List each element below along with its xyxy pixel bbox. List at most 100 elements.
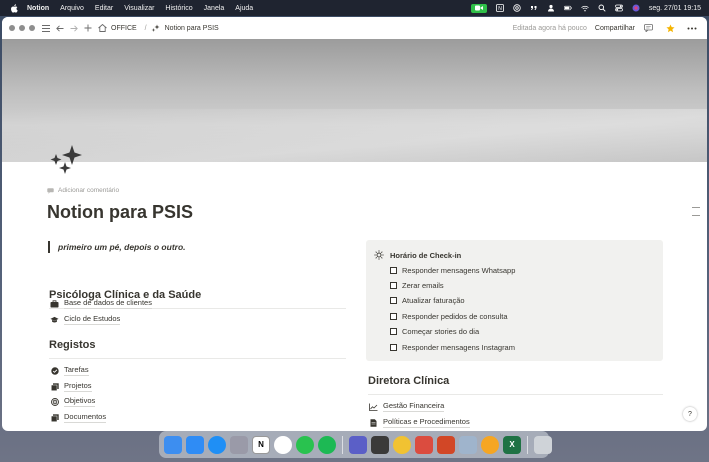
share-button[interactable]: Compartilhar — [595, 25, 635, 32]
link-label: Documentos — [64, 412, 107, 423]
trash-app-icon[interactable] — [534, 435, 552, 454]
todo-item[interactable]: Zerar emails — [390, 281, 444, 290]
wifi-icon[interactable] — [581, 4, 589, 12]
link-tarefas[interactable]: Tarefas — [50, 365, 89, 376]
breadcrumb-office[interactable]: OFFICE — [111, 25, 137, 32]
sparkles-small-icon — [151, 23, 161, 33]
more-options-icon[interactable] — [687, 23, 697, 33]
menu-historico[interactable]: Histórico — [165, 5, 192, 12]
link-label: Ciclo de Estudos — [64, 314, 121, 325]
chatgpt-app-icon[interactable] — [274, 435, 292, 454]
todo-item[interactable]: Responder pedidos de consulta — [390, 312, 508, 321]
menu-bar-status: N seg. 27/01 19:15 — [470, 0, 701, 16]
teams-app-icon[interactable] — [349, 435, 367, 454]
help-label: ? — [688, 410, 692, 418]
excel-app-icon[interactable]: X — [503, 435, 521, 454]
link-objetivos[interactable]: Objetivos — [50, 396, 96, 407]
user-icon[interactable] — [547, 4, 555, 12]
window-controls — [9, 25, 35, 31]
todo-checkbox[interactable] — [390, 328, 397, 335]
page-outline-indicator[interactable] — [692, 207, 700, 223]
todo-item[interactable]: Atualizar faturação — [390, 296, 465, 305]
todo-checkbox[interactable] — [390, 267, 397, 274]
link-politicas-procedimentos[interactable]: Políticas e Procedimentos — [369, 417, 470, 428]
heading-diretora-clinica[interactable]: Diretora Clínica — [368, 375, 449, 387]
help-button[interactable]: ? — [683, 407, 697, 421]
notion-app-icon[interactable]: N — [252, 435, 270, 454]
menu-janela[interactable]: Janela — [204, 5, 225, 12]
link-label: Projetos — [64, 381, 92, 392]
document-icon — [369, 418, 378, 427]
comments-icon[interactable] — [643, 23, 653, 33]
battery-icon[interactable] — [563, 4, 572, 12]
page-cover-image[interactable] — [2, 39, 707, 162]
menu-arquivo[interactable]: Arquivo — [60, 5, 84, 12]
todo-label: Zerar emails — [402, 281, 444, 290]
todo-label: Começar stories do dia — [402, 327, 480, 336]
dock-separator — [527, 435, 528, 454]
preview-app-icon[interactable] — [459, 435, 477, 454]
edited-status: Editada agora há pouco — [512, 24, 587, 32]
menu-visualizar[interactable]: Visualizar — [124, 5, 154, 12]
callout-title-row: Horário de Check-in — [374, 250, 461, 260]
todo-checkbox[interactable] — [390, 344, 397, 351]
link-base-dados-clientes[interactable]: Base de dados de clientes — [50, 298, 152, 309]
link-label: Objetivos — [64, 396, 96, 407]
todo-checkbox[interactable] — [390, 282, 397, 289]
svg-text:N: N — [498, 6, 502, 12]
whatsapp-app-icon[interactable] — [296, 435, 314, 454]
apple-icon[interactable] — [9, 3, 18, 13]
menu-ajuda[interactable]: Ajuda — [235, 5, 253, 12]
breadcrumb-page[interactable]: Notion para PSIS — [165, 25, 219, 32]
favorite-star-icon[interactable] — [665, 23, 675, 33]
notion-window: OFFICE / Notion para PSIS Editada agora … — [2, 17, 707, 431]
calculator-app-icon[interactable] — [371, 435, 389, 454]
control-center-icon[interactable] — [614, 4, 623, 12]
sparkles-icon[interactable] — [50, 145, 84, 177]
todo-item[interactable]: Responder mensagens Whatsapp — [390, 266, 515, 275]
link-projetos[interactable]: Projetos — [50, 381, 92, 392]
menu-app-name[interactable]: Notion — [27, 5, 49, 12]
link-documentos[interactable]: Documentos — [50, 412, 107, 423]
window-topbar: OFFICE / Notion para PSIS Editada agora … — [2, 17, 707, 39]
chrome-app-icon[interactable] — [393, 435, 411, 454]
menubar-datetime[interactable]: seg. 27/01 19:15 — [649, 5, 701, 12]
launchpad-app-icon[interactable] — [230, 435, 248, 454]
at-sign-icon[interactable] — [513, 4, 521, 12]
sidebar-menu-icon[interactable] — [41, 23, 51, 33]
link-label: Políticas e Procedimentos — [383, 417, 470, 428]
todo-checkbox[interactable] — [390, 313, 397, 320]
comment-icon — [47, 187, 54, 194]
minimize-window-button[interactable] — [19, 25, 25, 31]
plus-icon[interactable] — [83, 23, 93, 33]
todo-item[interactable]: Responder mensagens Instagram — [390, 343, 515, 352]
zoom-window-button[interactable] — [29, 25, 35, 31]
add-comment-button[interactable]: Adicionar comentário — [47, 187, 119, 194]
close-window-button[interactable] — [9, 25, 15, 31]
safari-app-icon[interactable] — [208, 435, 226, 454]
todoist-app-icon[interactable] — [415, 435, 433, 454]
heading-registos[interactable]: Registos — [49, 339, 95, 351]
back-arrow-icon[interactable] — [55, 23, 65, 33]
video-record-icon[interactable] — [470, 3, 487, 13]
checkin-callout[interactable]: Horário de Check-in Responder mensagens … — [366, 240, 663, 361]
quote-icon[interactable] — [530, 4, 538, 12]
link-gestao-financeira[interactable]: Gestão Financeira — [369, 401, 445, 412]
mail-app-icon[interactable] — [186, 435, 204, 454]
link-ciclo-estudos[interactable]: Ciclo de Estudos — [50, 314, 121, 325]
todo-checkbox[interactable] — [390, 297, 397, 304]
photos-app-icon[interactable] — [481, 435, 499, 454]
powerpoint-app-icon[interactable] — [437, 435, 455, 454]
page-title[interactable]: Notion para PSIS — [47, 202, 193, 223]
callout-title: Horário de Check-in — [390, 250, 462, 260]
notion-menubar-icon[interactable]: N — [495, 4, 504, 12]
spotify-app-icon[interactable] — [318, 435, 336, 454]
siri-icon[interactable] — [632, 4, 640, 12]
finder-app-icon[interactable] — [164, 435, 182, 454]
search-icon[interactable] — [598, 4, 606, 12]
todo-item[interactable]: Começar stories do dia — [390, 327, 479, 336]
forward-arrow-icon[interactable] — [69, 23, 79, 33]
menu-editar[interactable]: Editar — [95, 5, 113, 12]
quote-block[interactable]: primeiro um pé, depois o outro. — [48, 241, 186, 253]
home-icon[interactable] — [97, 23, 107, 33]
